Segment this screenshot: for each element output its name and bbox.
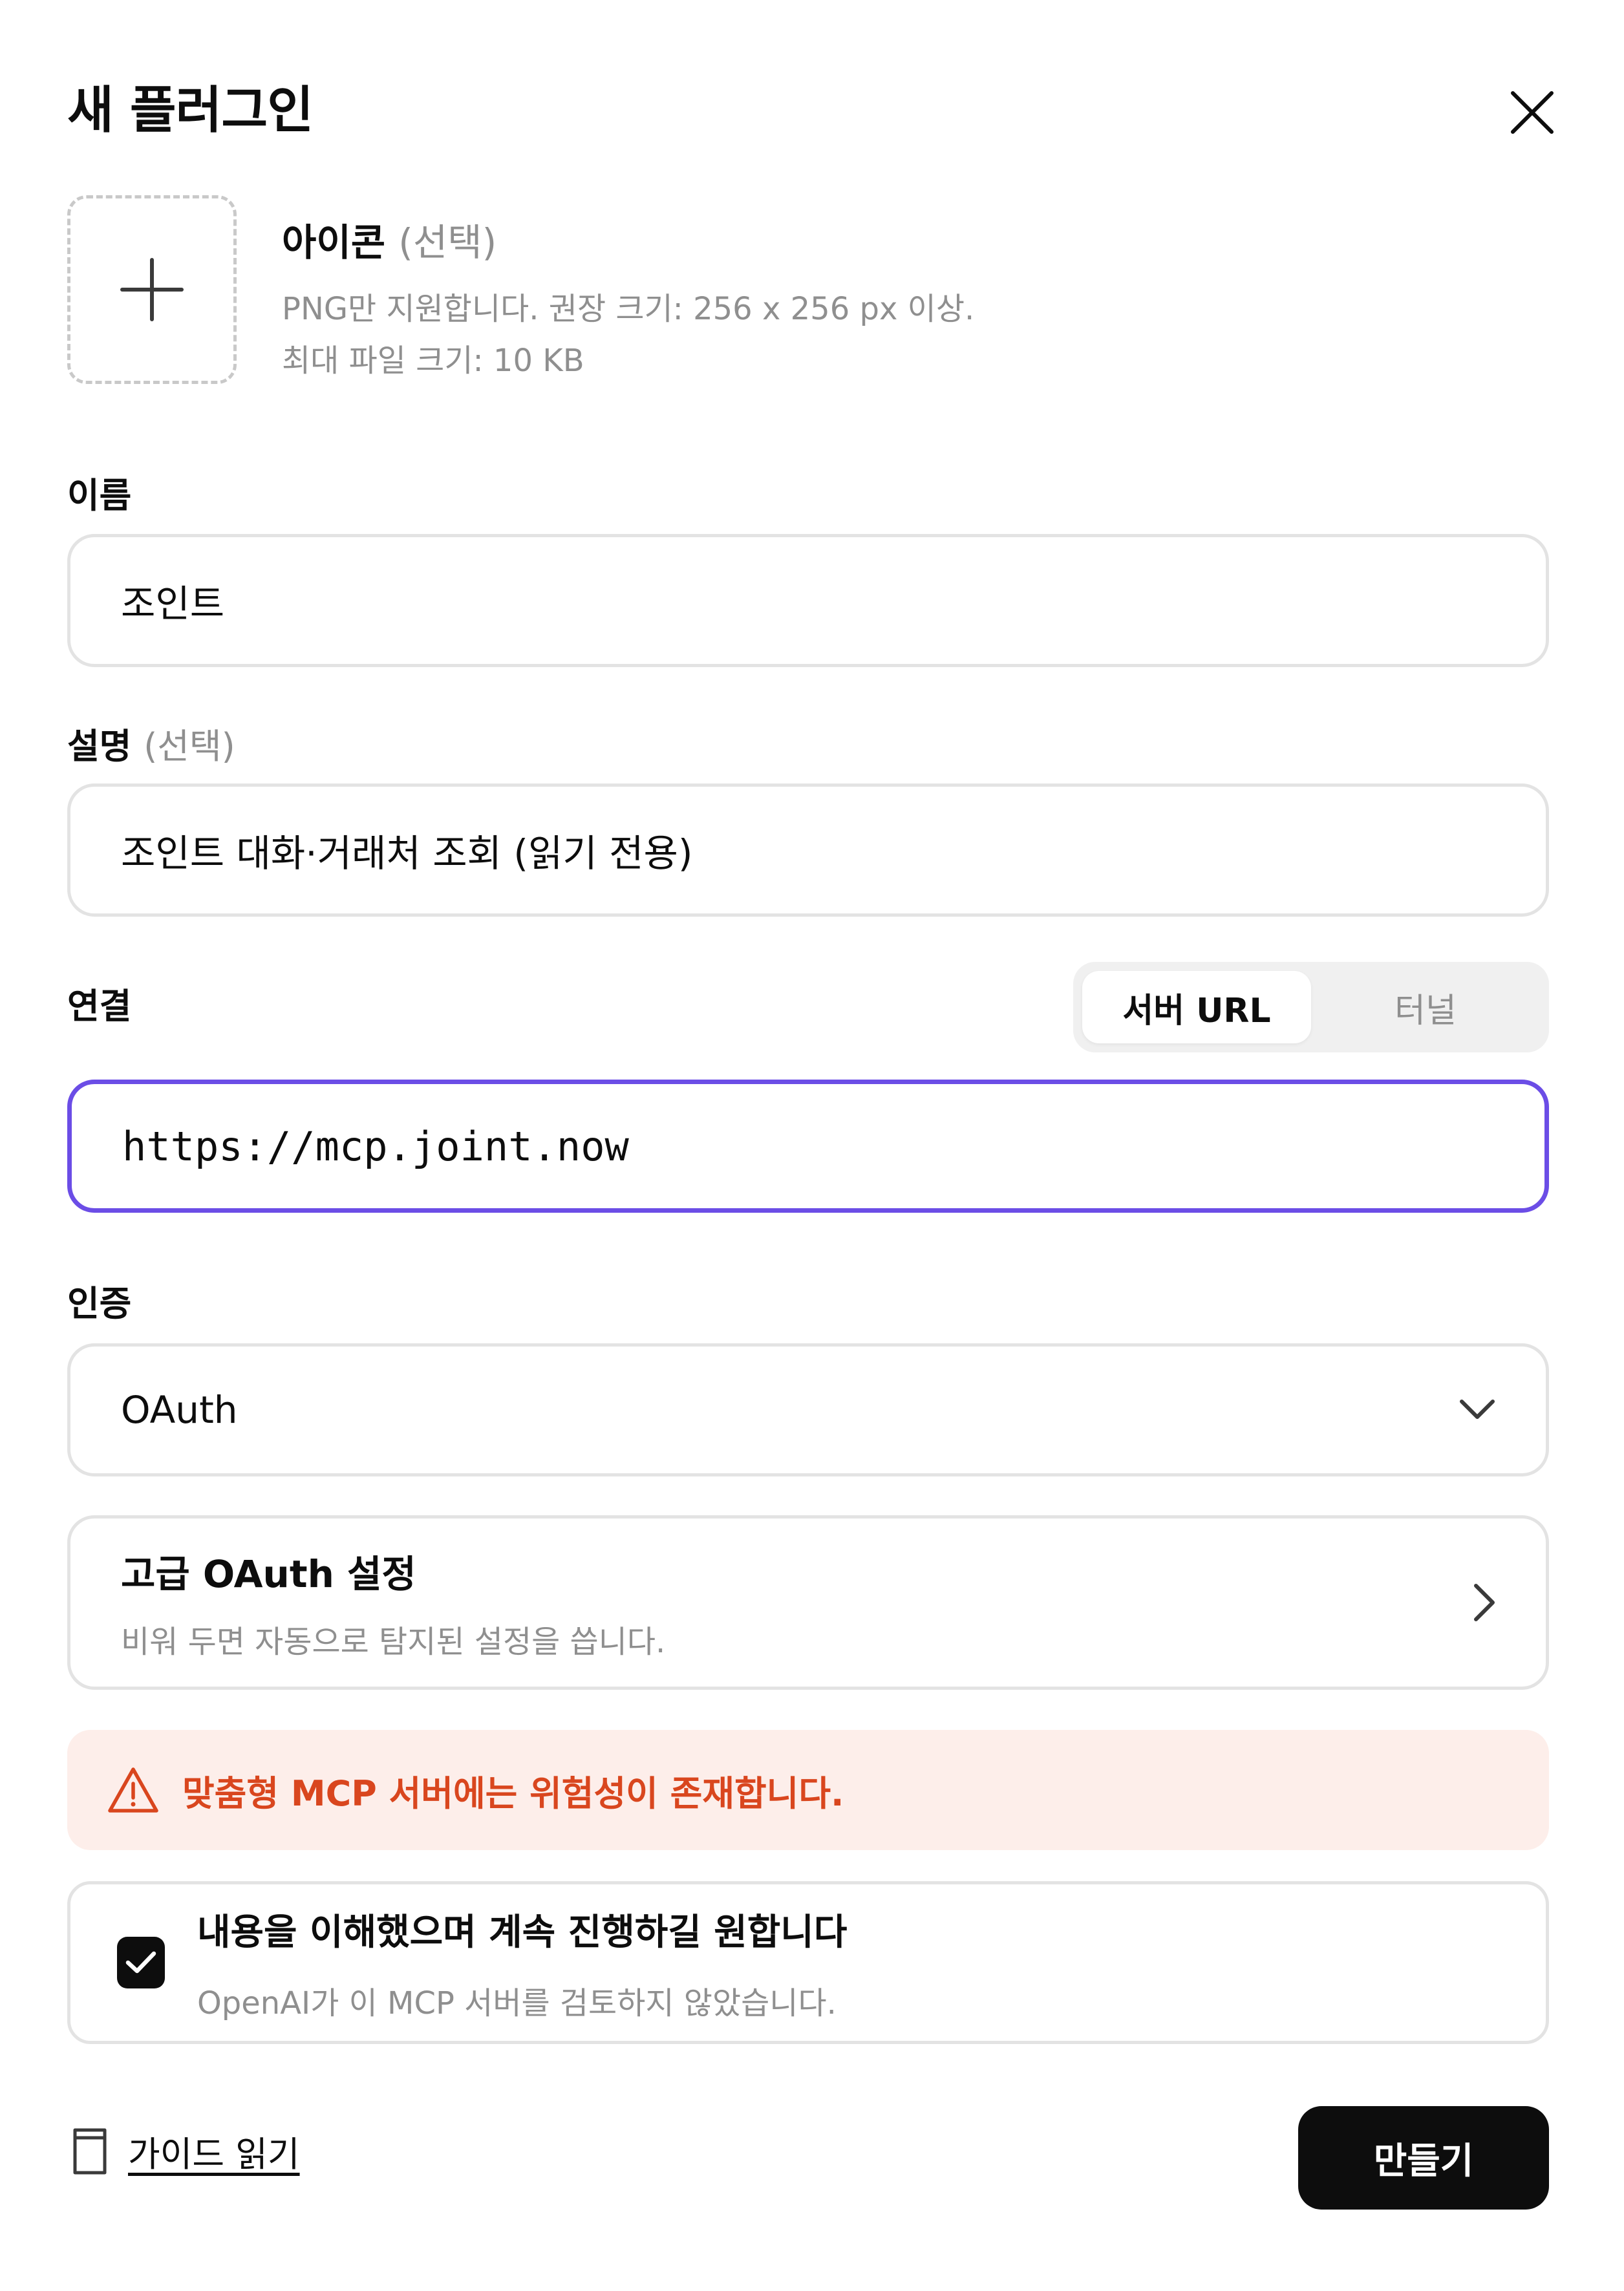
description-input-value: 조인트 대화·거래처 조회 (읽기 전용) xyxy=(121,831,693,875)
chevron-right-icon xyxy=(1474,1584,1495,1621)
server-url-input[interactable]: https://mcp.joint.now xyxy=(67,1080,1549,1213)
auth-label: 인증 xyxy=(67,1283,132,1324)
description-input[interactable]: 조인트 대화·거래처 조회 (읽기 전용) xyxy=(67,783,1549,917)
advanced-oauth-title: 고급 OAuth 설정 xyxy=(121,1552,416,1596)
close-icon xyxy=(1511,91,1554,134)
advanced-oauth-settings[interactable]: 고급 OAuth 설정 비워 두면 자동으로 탐지된 설정을 씁니다. xyxy=(67,1515,1549,1690)
tab-server-url[interactable]: 서버 URL xyxy=(1082,971,1311,1043)
icon-label: 아이콘 (선택) xyxy=(282,212,497,266)
name-input-value: 조인트 xyxy=(121,582,225,626)
description-label: 설명 (선택) xyxy=(67,718,235,769)
warning-triangle-icon xyxy=(108,1767,158,1813)
advanced-oauth-text: 고급 OAuth 설정 비워 두면 자동으로 탐지된 설정을 씁니다. xyxy=(121,1544,665,1661)
description-optional-tag: (선택) xyxy=(144,726,235,767)
icon-hint: PNG만 지원합니다. 권장 크기: 256 x 256 px 이상. 최대 파… xyxy=(282,283,974,387)
tab-tunnel[interactable]: 터널 xyxy=(1311,971,1540,1043)
read-guide-label: 가이드 읽기 xyxy=(128,2134,300,2175)
read-guide-link[interactable]: 가이드 읽기 xyxy=(70,2126,300,2177)
icon-label-text: 아이콘 xyxy=(282,220,386,264)
risk-warning-text: 맞춤형 MCP 서버에는 위험성이 존재합니다. xyxy=(182,1773,844,1814)
connection-label: 연결 xyxy=(67,986,132,1027)
icon-hint-line1: PNG만 지원합니다. 권장 크기: 256 x 256 px 이상. xyxy=(282,291,975,327)
acknowledge-text: 내용을 이해했으며 계속 진행하길 원합니다 OpenAI가 이 MCP 서버를… xyxy=(197,1903,847,2023)
name-label: 이름 xyxy=(67,475,132,516)
icon-upload-area[interactable] xyxy=(67,195,237,384)
name-input[interactable]: 조인트 xyxy=(67,534,1549,667)
acknowledge-checkbox[interactable] xyxy=(117,1937,165,1988)
connection-type-toggle: 서버 URL 터널 xyxy=(1073,962,1549,1052)
acknowledge-title: 내용을 이해했으며 계속 진행하길 원합니다 xyxy=(197,1911,848,1954)
checkmark-icon xyxy=(125,1951,156,1974)
icon-optional-tag: (선택) xyxy=(398,220,497,264)
advanced-oauth-subtitle: 비워 두면 자동으로 탐지된 설정을 씁니다. xyxy=(121,1624,666,1660)
plus-icon xyxy=(120,258,184,321)
icon-hint-line2: 최대 파일 크기: 10 KB xyxy=(282,343,584,379)
description-label-text: 설명 xyxy=(67,726,132,767)
book-icon xyxy=(73,2128,107,2174)
dialog-title: 새 플러그인 xyxy=(67,81,314,140)
acknowledge-subtitle: OpenAI가 이 MCP 서버를 검토하지 않았습니다. xyxy=(197,1985,837,2021)
auth-select[interactable]: OAuth xyxy=(67,1343,1549,1476)
auth-selected-value: OAuth xyxy=(121,1388,238,1432)
close-button[interactable] xyxy=(1499,79,1566,146)
risk-warning-banner: 맞춤형 MCP 서버에는 위험성이 존재합니다. xyxy=(67,1730,1549,1850)
chevron-down-icon xyxy=(1460,1400,1495,1419)
acknowledge-box: 내용을 이해했으며 계속 진행하길 원합니다 OpenAI가 이 MCP 서버를… xyxy=(67,1881,1549,2044)
server-url-value: https://mcp.joint.now xyxy=(122,1122,629,1170)
create-button[interactable]: 만들기 xyxy=(1298,2106,1549,2210)
